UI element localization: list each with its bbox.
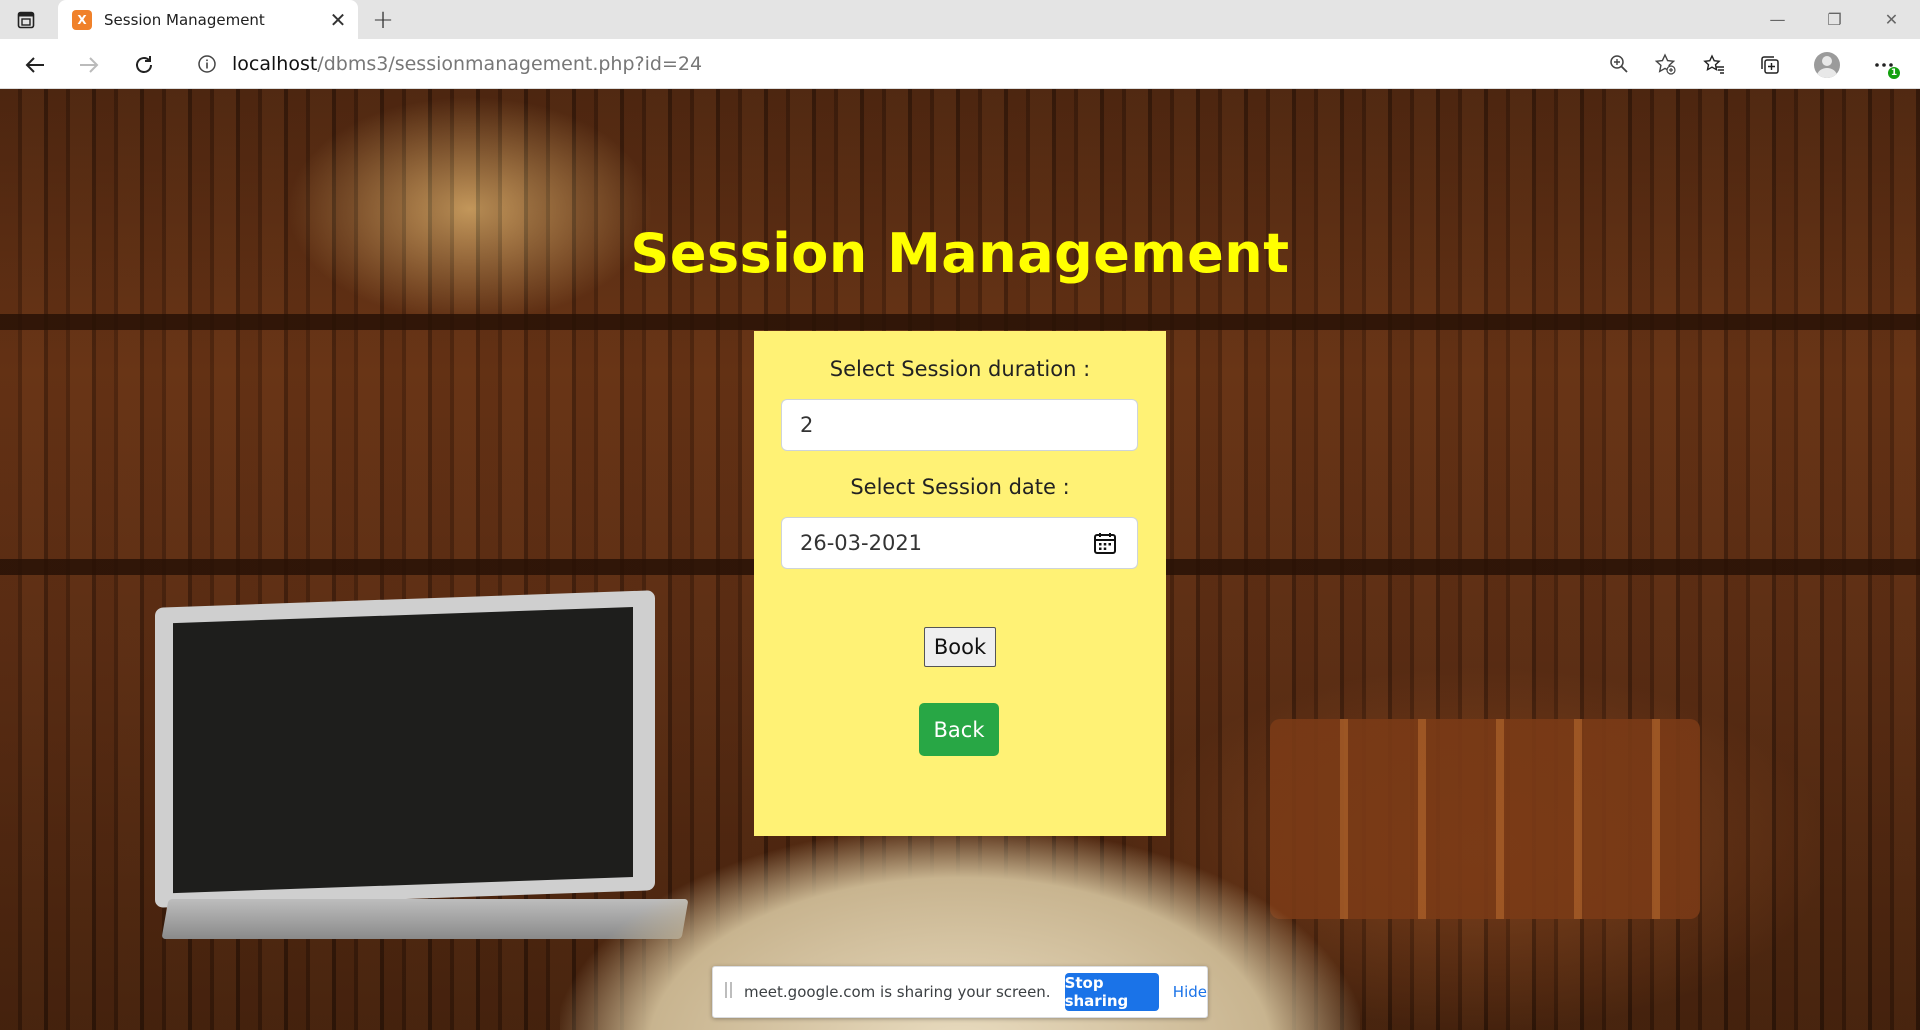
drag-handle-icon[interactable] <box>725 982 734 1002</box>
duration-label: Select Session duration : <box>829 357 1091 381</box>
address-bar[interactable]: localhost/dbms3/sessionmanagement.php?id… <box>180 44 1695 83</box>
xampp-favicon-icon: X <box>72 9 92 30</box>
collections-icon[interactable] <box>1753 48 1787 82</box>
date-value: 26-03-2021 <box>800 531 923 555</box>
close-window-button[interactable]: ✕ <box>1863 0 1920 39</box>
avatar <box>1814 52 1840 78</box>
screen-share-bar: meet.google.com is sharing your screen. … <box>712 966 1208 1018</box>
url-host: localhost <box>232 52 318 75</box>
notification-badge: 1 <box>1888 67 1900 79</box>
refresh-icon[interactable] <box>127 48 161 82</box>
back-icon[interactable] <box>18 48 52 82</box>
favorites-icon[interactable] <box>1697 48 1731 82</box>
site-info-icon[interactable] <box>194 51 220 77</box>
calendar-icon[interactable] <box>1093 531 1117 555</box>
tab-actions-icon[interactable] <box>14 8 38 32</box>
new-tab-button[interactable]: + <box>368 5 398 35</box>
date-label: Select Session date : <box>850 475 1070 499</box>
zoom-icon[interactable] <box>1603 48 1635 80</box>
restore-button[interactable]: ❐ <box>1806 0 1863 39</box>
url-path: /dbms3/sessionmanagement.php?id=24 <box>317 52 703 75</box>
book-button[interactable]: Book <box>924 627 996 667</box>
page-viewport: Session Management Select Session durati… <box>0 89 1920 1030</box>
share-message: meet.google.com is sharing your screen. <box>743 983 1051 1001</box>
stop-sharing-button[interactable]: Stop sharing <box>1064 973 1159 1011</box>
shelf-divider <box>0 314 1920 330</box>
forward-icon[interactable] <box>72 48 106 82</box>
url-text: localhost/dbms3/sessionmanagement.php?id… <box>232 53 1603 75</box>
tab-strip: X Session Management ✕ + — ❐ ✕ <box>0 0 1920 39</box>
minimize-button[interactable]: — <box>1749 0 1806 39</box>
profile-avatar[interactable] <box>1810 48 1844 82</box>
tab-close-icon[interactable]: ✕ <box>324 6 352 34</box>
session-form: Select Session duration : 2 Select Sessi… <box>754 331 1166 836</box>
settings-more-icon[interactable]: 1 <box>1868 48 1902 82</box>
back-button[interactable]: Back <box>919 703 999 756</box>
add-favorite-icon[interactable] <box>1649 48 1681 80</box>
browser-toolbar: localhost/dbms3/sessionmanagement.php?id… <box>0 39 1920 89</box>
tab-title: Session Management <box>104 10 265 29</box>
page-title: Session Management <box>630 222 1290 285</box>
window-controls: — ❐ ✕ <box>1749 0 1920 39</box>
duration-input[interactable]: 2 <box>781 399 1138 451</box>
date-input[interactable]: 26-03-2021 <box>781 517 1138 569</box>
hide-button[interactable]: Hide <box>1173 983 1207 1001</box>
browser-tab[interactable]: X Session Management ✕ <box>58 0 358 39</box>
